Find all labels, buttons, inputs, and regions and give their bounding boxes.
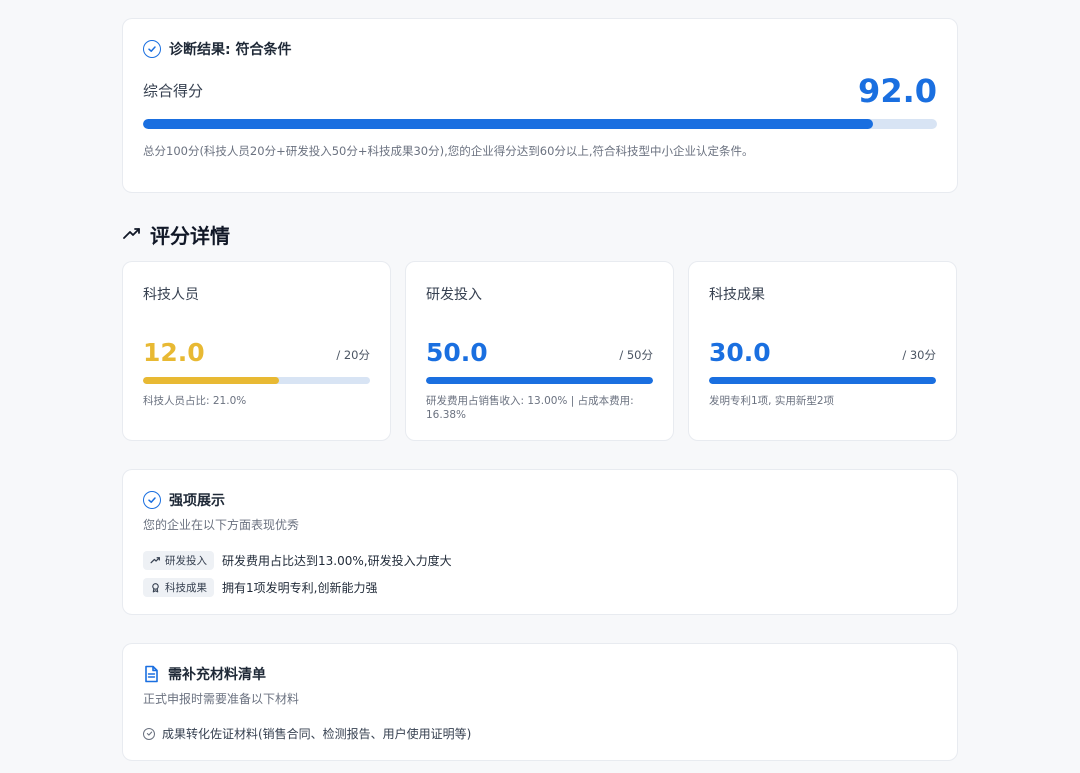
metric-value: 50.0 bbox=[426, 338, 488, 367]
metric-cards: 科技人员 12.0 / 20分 科技人员占比: 21.0% 研发投入 50.0 … bbox=[122, 261, 958, 441]
metric-note: 科技人员占比: 21.0% bbox=[143, 395, 247, 407]
metric-progress-bar bbox=[426, 377, 653, 384]
metric-progress-fill bbox=[143, 377, 280, 384]
strengths-subtitle: 您的企业在以下方面表现优秀 bbox=[143, 518, 300, 532]
metric-value: 12.0 bbox=[143, 338, 205, 367]
metric-value: 30.0 bbox=[709, 338, 771, 367]
metric-progress-bar bbox=[143, 377, 370, 384]
metric-max: / 30分 bbox=[902, 348, 936, 362]
document-icon bbox=[145, 665, 158, 683]
list-item: 研发投入 研发费用占比达到13.00%,研发投入力度大 bbox=[143, 551, 937, 570]
strengths-title: 强项展示 bbox=[169, 493, 225, 509]
diagnosis-result-title: 诊断结果: 符合条件 bbox=[169, 42, 292, 58]
diagnosis-result-card: 诊断结果: 符合条件 综合得分 92.0 总分100分(科技人员20分+研发投入… bbox=[122, 18, 958, 193]
strengths-header: 强项展示 bbox=[143, 490, 937, 510]
strength-text: 拥有1项发明专利,创新能力强 bbox=[222, 581, 378, 595]
overall-score-progress-bar bbox=[143, 119, 937, 129]
check-circle-icon bbox=[143, 727, 155, 740]
metric-note: 发明专利1项, 实用新型2项 bbox=[709, 395, 835, 407]
materials-card: 需补充材料清单 正式申报时需要准备以下材料 成果转化佐证材料(销售合同、检测报告… bbox=[122, 643, 958, 761]
metric-max: / 50分 bbox=[619, 348, 653, 362]
strength-tag-label: 研发投入 bbox=[165, 555, 207, 567]
materials-subtitle: 正式申报时需要准备以下材料 bbox=[143, 692, 300, 706]
overall-score-row: 综合得分 92.0 bbox=[143, 75, 937, 107]
strength-tag: 研发投入 bbox=[143, 551, 214, 570]
metric-progress-fill bbox=[709, 377, 936, 384]
strength-text: 研发费用占比达到13.00%,研发投入力度大 bbox=[222, 554, 452, 568]
overall-score-progress-fill bbox=[143, 119, 874, 129]
award-icon bbox=[152, 583, 159, 593]
metric-label: 科技成果 bbox=[709, 287, 765, 303]
page-content: 诊断结果: 符合条件 综合得分 92.0 总分100分(科技人员20分+研发投入… bbox=[122, 18, 958, 761]
diagnosis-result-header: 诊断结果: 符合条件 bbox=[143, 39, 937, 59]
metric-card-rd-investment: 研发投入 50.0 / 50分 研发费用占销售收入: 13.00% | 占成本费… bbox=[405, 261, 674, 441]
materials-header: 需补充材料清单 bbox=[143, 664, 937, 684]
strength-tag-label: 科技成果 bbox=[165, 582, 207, 594]
trending-up-icon bbox=[150, 557, 160, 564]
score-details-heading: 评分详情 bbox=[122, 219, 958, 249]
score-details-title: 评分详情 bbox=[150, 223, 230, 248]
check-circle-icon bbox=[143, 40, 161, 58]
metric-note: 研发费用占销售收入: 13.00% | 占成本费用: 16.38% bbox=[426, 395, 634, 422]
list-item: 科技成果 拥有1项发明专利,创新能力强 bbox=[143, 578, 937, 597]
diagnosis-result-note: 总分100分(科技人员20分+研发投入50分+科技成果30分),您的企业得分达到… bbox=[143, 144, 754, 158]
check-circle-icon bbox=[143, 491, 161, 509]
metric-progress-fill bbox=[426, 377, 653, 384]
trending-up-icon bbox=[123, 228, 140, 239]
material-text: 成果转化佐证材料(销售合同、检测报告、用户使用证明等) bbox=[162, 727, 472, 741]
metric-label: 研发投入 bbox=[426, 287, 482, 303]
metric-max: / 20分 bbox=[336, 348, 370, 362]
strengths-card: 强项展示 您的企业在以下方面表现优秀 研发投入 研发费用占比达到13.00%,研… bbox=[122, 469, 958, 615]
strengths-list: 研发投入 研发费用占比达到13.00%,研发投入力度大 科技成果 拥有1项发明专… bbox=[143, 551, 937, 597]
metric-card-personnel: 科技人员 12.0 / 20分 科技人员占比: 21.0% bbox=[122, 261, 391, 441]
metric-label: 科技人员 bbox=[143, 287, 199, 303]
materials-title: 需补充材料清单 bbox=[168, 667, 266, 683]
overall-score-value: 92.0 bbox=[858, 72, 937, 110]
strength-tag: 科技成果 bbox=[143, 578, 214, 597]
list-item: 成果转化佐证材料(销售合同、检测报告、用户使用证明等) bbox=[143, 725, 937, 742]
metric-progress-bar bbox=[709, 377, 936, 384]
metric-card-achievements: 科技成果 30.0 / 30分 发明专利1项, 实用新型2项 bbox=[688, 261, 957, 441]
overall-score-label: 综合得分 bbox=[143, 82, 204, 100]
